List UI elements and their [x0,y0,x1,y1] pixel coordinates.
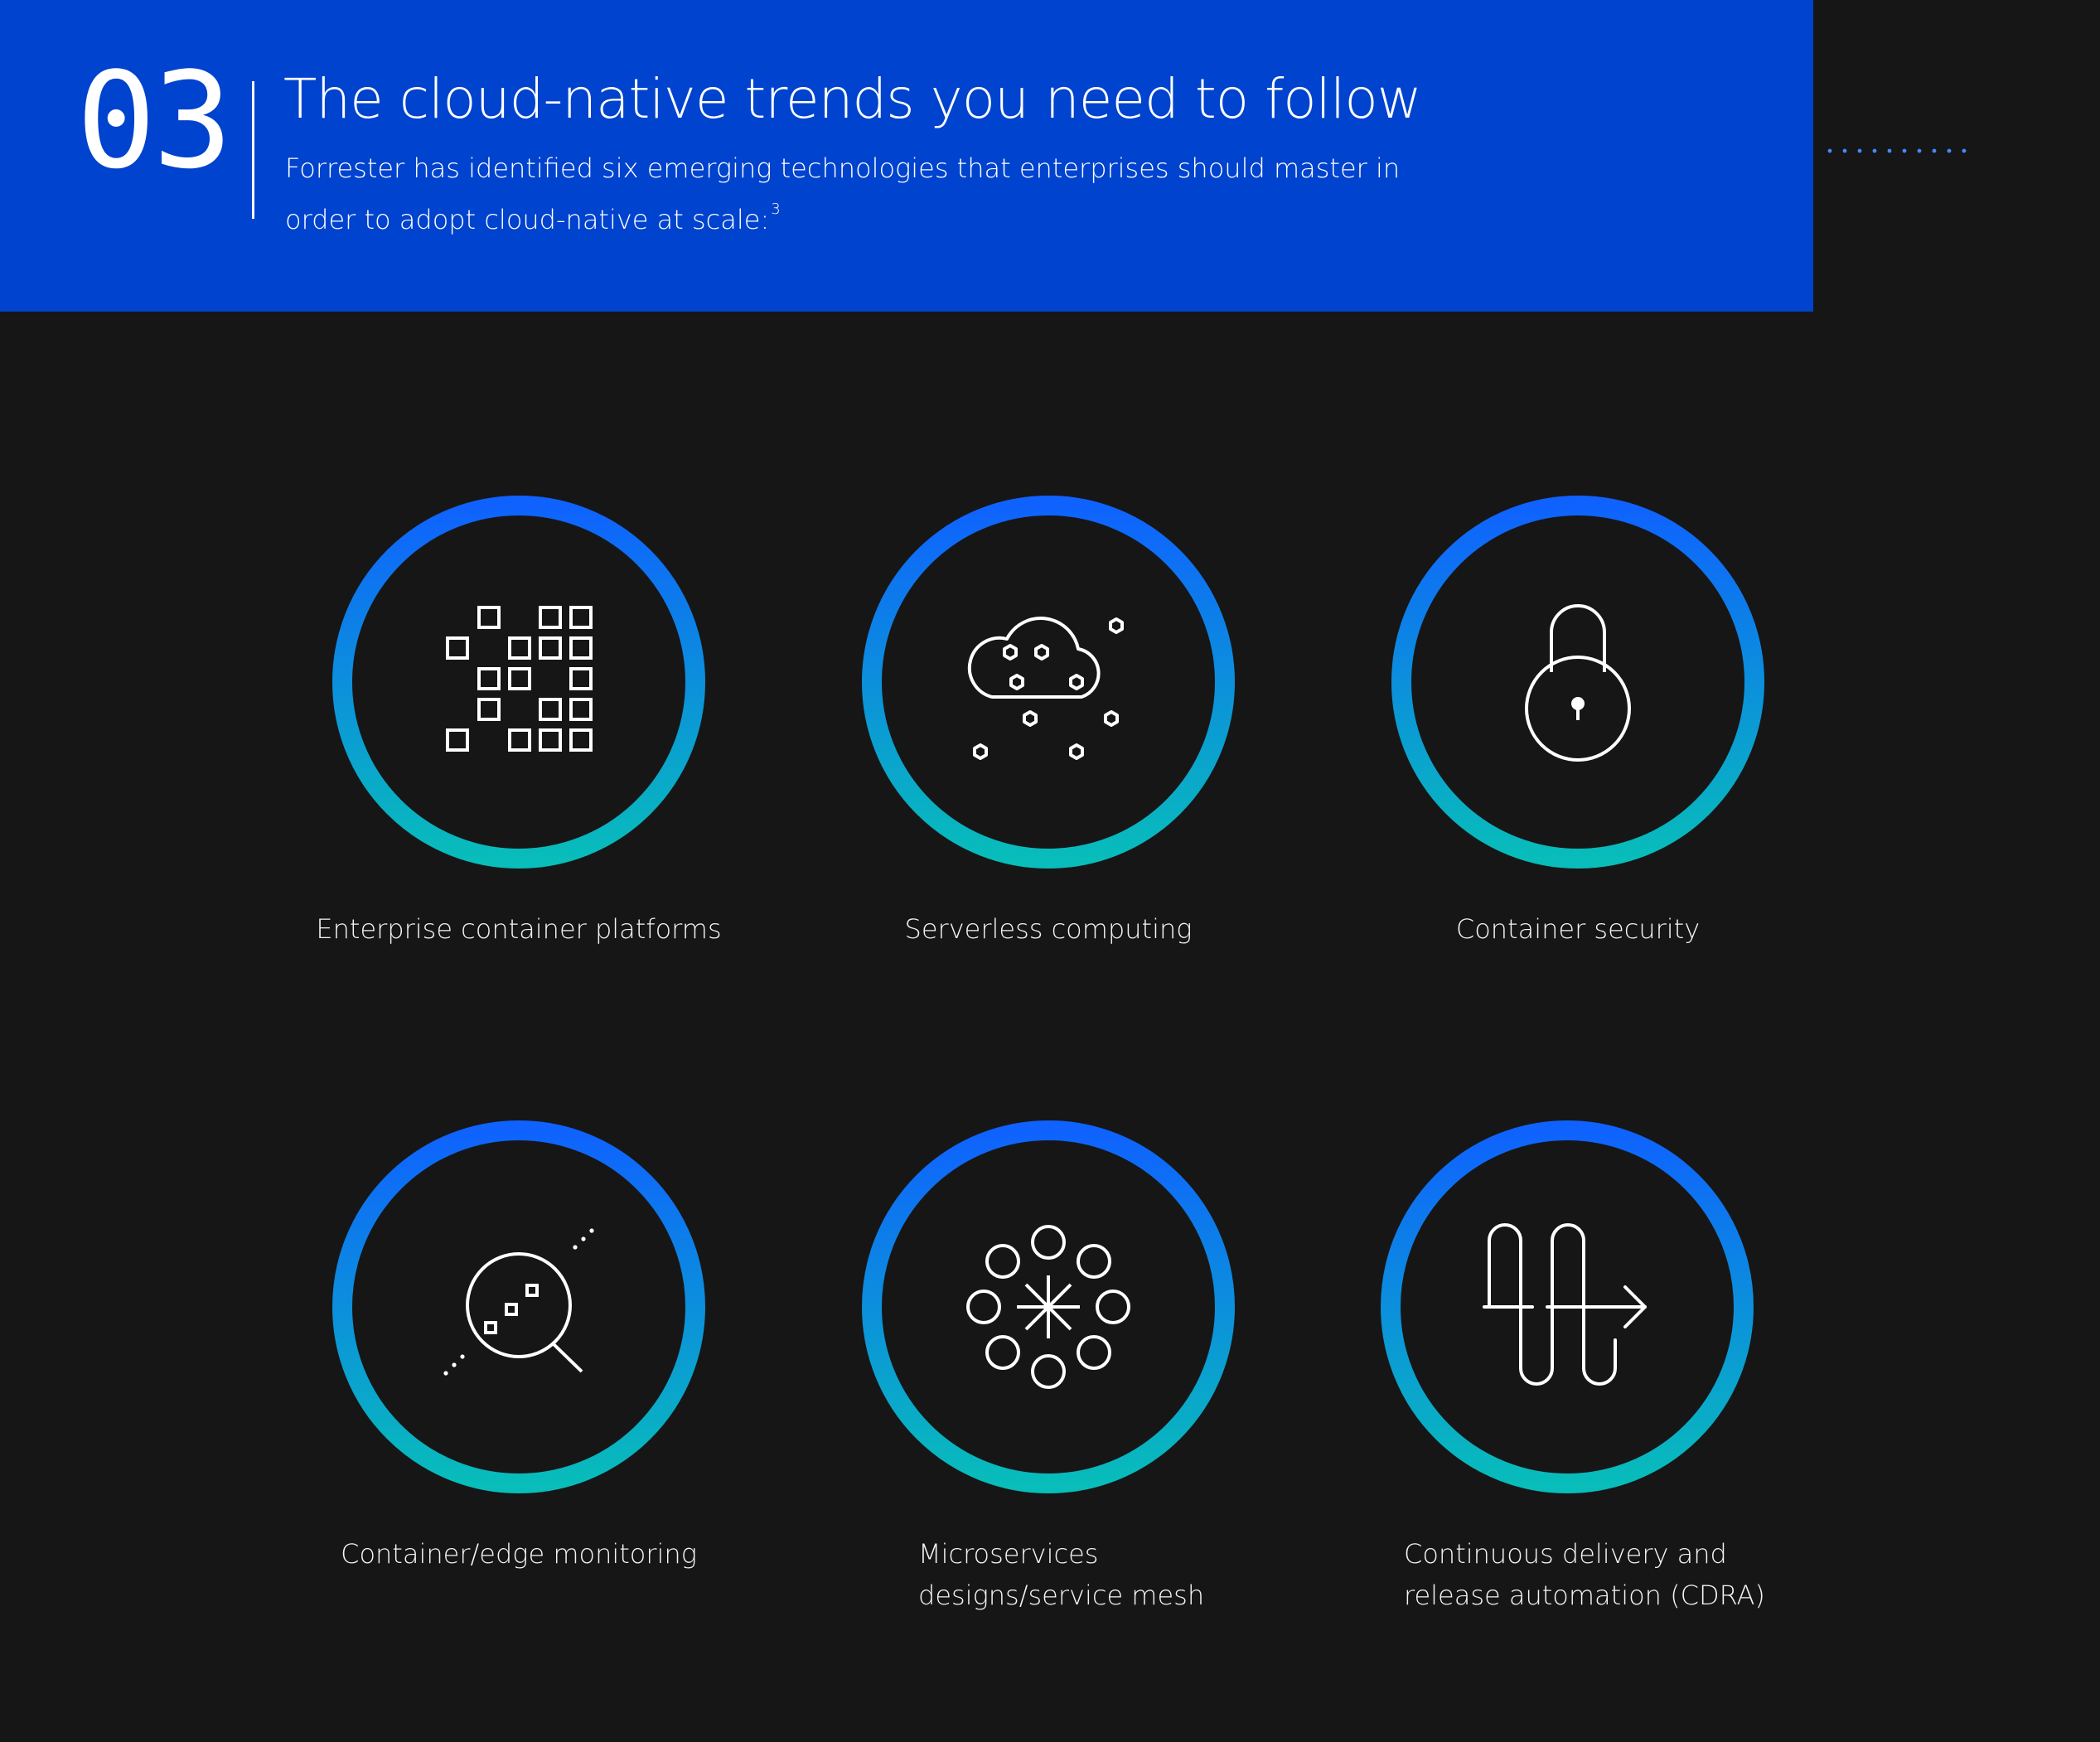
page-subtitle: Forrester has identified six emerging te… [285,148,1429,240]
subtitle-text: Forrester has identified six emerging te… [285,152,1401,235]
container-grid-icon [446,606,593,752]
trend-card-container-platforms [331,495,706,869]
trend-card-service-mesh [861,1120,1236,1494]
dotted-corner-decoration [1827,148,1967,153]
trend-label: Continuous delivery and release automati… [1404,1538,1765,1611]
trend-label: Enterprise container platforms [316,913,722,945]
padlock-icon [1525,604,1631,762]
service-mesh-icon [966,1225,1130,1389]
magnifier-icon [443,1228,594,1376]
trend-card-serverless [861,495,1236,869]
page-title: The cloud-native trends you need to foll… [283,67,1422,131]
trend-label: Container/edge monitoring [341,1538,697,1570]
pipeline-arrow-icon [1483,1223,1647,1386]
cloud-hexagons-icon [967,617,1124,760]
trend-label: Container security [1455,913,1701,945]
trend-card-cdra [1380,1120,1754,1494]
trend-card-monitoring [331,1120,706,1494]
trend-label: Serverless computing [904,913,1193,945]
section-number: 03 [76,43,233,198]
trend-card-security [1391,495,1765,869]
footnote-marker: 3 [771,201,781,218]
trend-label: Microservices designs/service mesh [918,1538,1205,1611]
header-band: 03 The cloud-native trends you need to f… [0,0,1813,312]
header-divider [252,81,254,219]
